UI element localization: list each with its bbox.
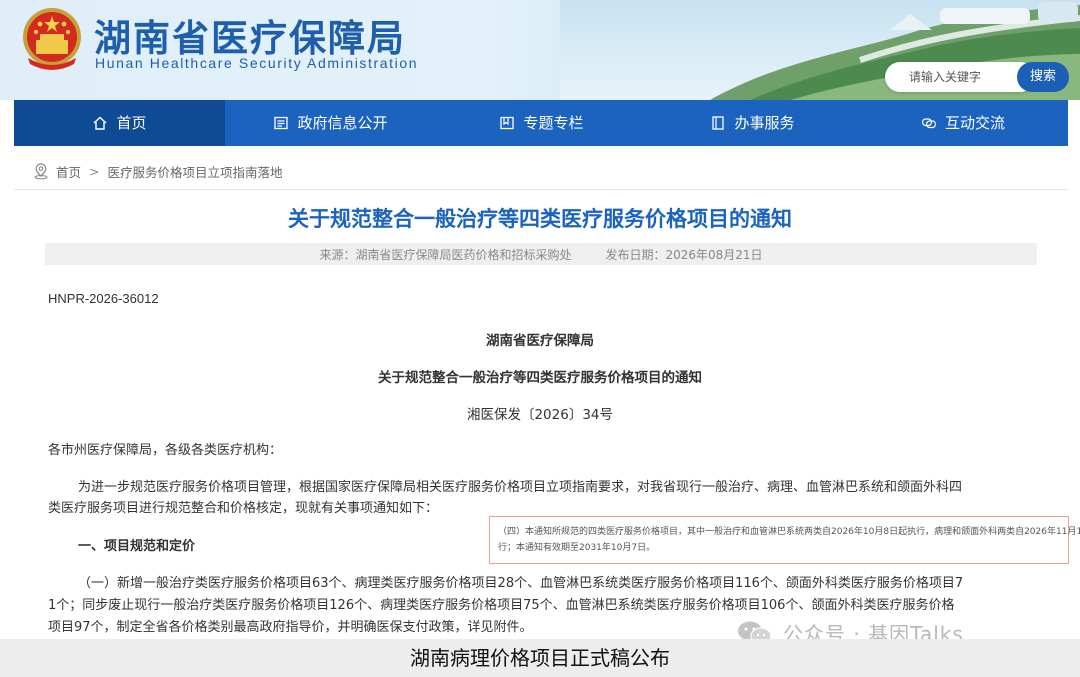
breadcrumb-current[interactable]: 医疗服务价格项目立项指南落地 [108,162,283,181]
document-number: 湘医保发〔2026〕34号 [466,407,614,423]
site-subtitle: Hunan Healthcare Security Administration [95,55,419,71]
note-line1: （四）本通知所规范的四类医疗服务价格项目，其中一般治疗和血管淋巴系统两类自202… [498,527,1080,537]
folder-icon [712,116,725,130]
chat-icon [921,118,937,129]
breadcrumb-separator: > [89,163,100,179]
nav-label: 办事服务 [734,114,795,132]
search-box [885,62,1035,92]
intro-paragraph-line1: 为进一步规范医疗服务价格项目管理，根据国家医疗保障局相关医疗服务价格项目立项指南… [78,480,963,495]
article-title: 关于规范整合一般治疗等四类医疗服务价格项目的通知 [288,207,792,231]
image-caption: 湖南病理价格项目正式稿公布 [0,639,1080,677]
item-paragraph-line1: （一）新增一般治疗类医疗服务价格项目63个、病理类医疗服务价格项目28个、血管淋… [78,576,964,591]
main-nav: 首页 政府信息公开 专题专栏 办事服务 互动交流 [14,100,1068,146]
nav-label: 专题专栏 [523,114,584,132]
national-emblem-icon [23,8,81,70]
divider [14,189,1068,190]
note-line2: 行；本通知有效期至2031年10月7日。 [498,543,656,553]
search-button[interactable]: 搜索 [1017,62,1069,92]
nav-item-interaction[interactable]: 互动交流 [858,100,1068,146]
breadcrumb-home-link[interactable]: 首页 [56,162,81,181]
notice-title: 关于规范整合一般治疗等四类医疗服务价格项目的通知 [378,370,702,386]
site-title: 湖南省医疗保障局 [94,16,406,60]
home-icon [94,116,107,130]
nav-item-home[interactable]: 首页 [14,100,225,146]
nav-label: 首页 [116,114,147,132]
document-id: HNPR-2026-36012 [48,291,159,306]
nav-item-services[interactable]: 办事服务 [647,100,858,146]
article-date: 发布日期：2026年08月21日 [605,247,763,262]
item-paragraph-line3: 项目97个，制定全省各价格类别最高政府指导价，并明确医保支付政策，详见附件。 [48,620,533,635]
highlight-note: （四）本通知所规范的四类医疗服务价格项目，其中一般治疗和血管淋巴系统两类自202… [489,516,1080,564]
search-input[interactable] [885,62,1005,92]
document-icon [274,116,289,130]
nav-item-gov-info[interactable]: 政府信息公开 [225,100,436,146]
nav-item-topics[interactable]: 专题专栏 [436,100,647,146]
issuer-name: 湖南省医疗保障局 [486,333,594,349]
salutation: 各市州医疗保障局，各级各类医疗机构： [48,443,283,458]
article-meta: 来源：湖南省医疗保障局医药价格和招标采购处 发布日期：2026年08月21日 [45,243,1037,265]
nav-label: 互动交流 [944,114,1005,132]
article-source: 来源：湖南省医疗保障局医药价格和招标采购处 [319,247,572,262]
location-pin-icon [34,163,48,180]
breadcrumb: 首页 > 医疗服务价格项目立项指南落地 [32,161,283,181]
item-paragraph-line2: 1个；同步废止现行一般治疗类医疗服务价格项目126个、病理类医疗服务价格项目75… [48,598,955,613]
book-icon [500,116,515,130]
intro-paragraph-line2: 类医疗服务项目进行规范整合和价格核定，现就有关事项通知如下： [48,501,439,516]
nav-label: 政府信息公开 [297,114,388,132]
section-heading: 一、项目规范和定价 [78,539,196,554]
